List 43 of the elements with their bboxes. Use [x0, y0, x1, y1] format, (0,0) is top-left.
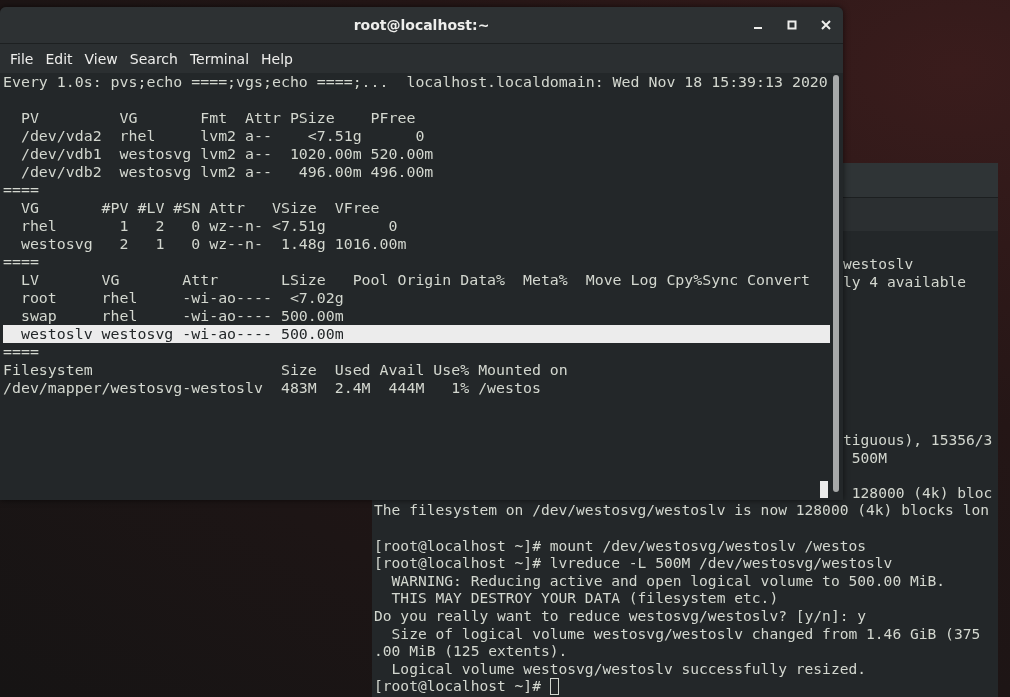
menu-item[interactable]: File: [4, 48, 40, 69]
terminal-line: Every 1.0s: pvs;echo ====;vgs;echo ====;... localhost.localdomain: Wed Nov 18 15:39:13 2020: [3, 73, 829, 91]
terminal-line: ====: [3, 343, 40, 361]
menu-item[interactable]: Terminal: [183, 48, 256, 69]
terminal-line: ly 4 available: [843, 272, 966, 290]
terminal-line: rhel 1 2 0 wz--n- <7.51g 0: [19, 217, 399, 235]
terminal-line: /dev/mapper/westosvg-westoslv 483M 2.4M 444M 1% /westos: [3, 379, 542, 397]
terminal-line: swap rhel -wi-ao---- 500.00m: [19, 307, 345, 325]
scrollbar[interactable]: [833, 75, 839, 492]
terminal-line: /dev/vdb1 westosvg lvm2 a-- 1020.00m 520.00m: [19, 145, 435, 163]
menu-item[interactable]: View: [78, 48, 124, 69]
terminal-line: Do you really want to reduce westosvg/westoslv? [y/n]: y: [374, 606, 867, 624]
terminal-line: 500M: [850, 448, 887, 466]
terminal-line: .00 MiB (125 extents).: [374, 642, 568, 660]
terminal-prompt: [root@localhost ~]#: [374, 677, 542, 695]
menu-item[interactable]: Edit: [39, 48, 79, 69]
terminal-line: 128000 (4k) bloc: [850, 483, 993, 501]
terminal-line: THIS MAY DESTROY YOUR DATA (filesystem etc.): [390, 589, 779, 607]
terminal-line: westoslv: [843, 255, 914, 272]
menu-item[interactable]: Help: [255, 48, 299, 69]
text-cursor: [820, 481, 828, 498]
close-icon[interactable]: [821, 20, 831, 30]
window-title: root@localhost:~: [353, 17, 490, 33]
terminal-line: Filesystem Size Used Avail Use% Mounted on: [3, 361, 569, 379]
terminal-line: [root@localhost ~]# mount /dev/westosvg/westoslv /westos: [374, 536, 867, 554]
terminal-line: WARNING: Reducing active and open logical volume to 500.00 MiB.: [390, 571, 946, 589]
terminal-line: root rhel -wi-ao---- <7.02g: [19, 289, 345, 307]
terminal-line: VG #PV #LV #SN Attr VSize VFree: [19, 199, 381, 217]
text-cursor: [549, 678, 559, 696]
menu-item[interactable]: Search: [123, 48, 184, 69]
terminal-line: /dev/vdb2 westosvg lvm2 a-- 496.00m 496.00m: [19, 163, 435, 181]
terminal-line: LV VG Attr LSize Pool Origin Data% Meta% Move Log Cpy%Sync Convert: [19, 271, 811, 289]
terminal-line: /dev/vda2 rhel lvm2 a-- <7.51g 0: [19, 127, 426, 145]
terminal-line: PV VG Fmt Attr PSize PFree: [19, 109, 417, 127]
terminal-line: Logical volume westosvg/westoslv successfully resized.: [390, 659, 867, 677]
terminal-line: westosvg 2 1 0 wz--n- 1.48g 1016.00m: [19, 235, 408, 253]
maximize-icon[interactable]: [787, 20, 797, 30]
terminal-line: The filesystem on /dev/westosvg/westoslv is now 128000 (4k) blocks lon: [374, 501, 990, 519]
terminal-line: ====: [3, 253, 40, 271]
terminal-line: [root@localhost ~]# lvreduce -L 500M /dev/westosvg/westoslv: [374, 554, 893, 572]
terminal-line: Size of logical volume westosvg/westoslv changed from 1.46 GiB (375: [390, 624, 981, 642]
terminal-line: ====: [3, 181, 40, 199]
terminal-line: tiguous), 15356/3: [843, 431, 993, 448]
